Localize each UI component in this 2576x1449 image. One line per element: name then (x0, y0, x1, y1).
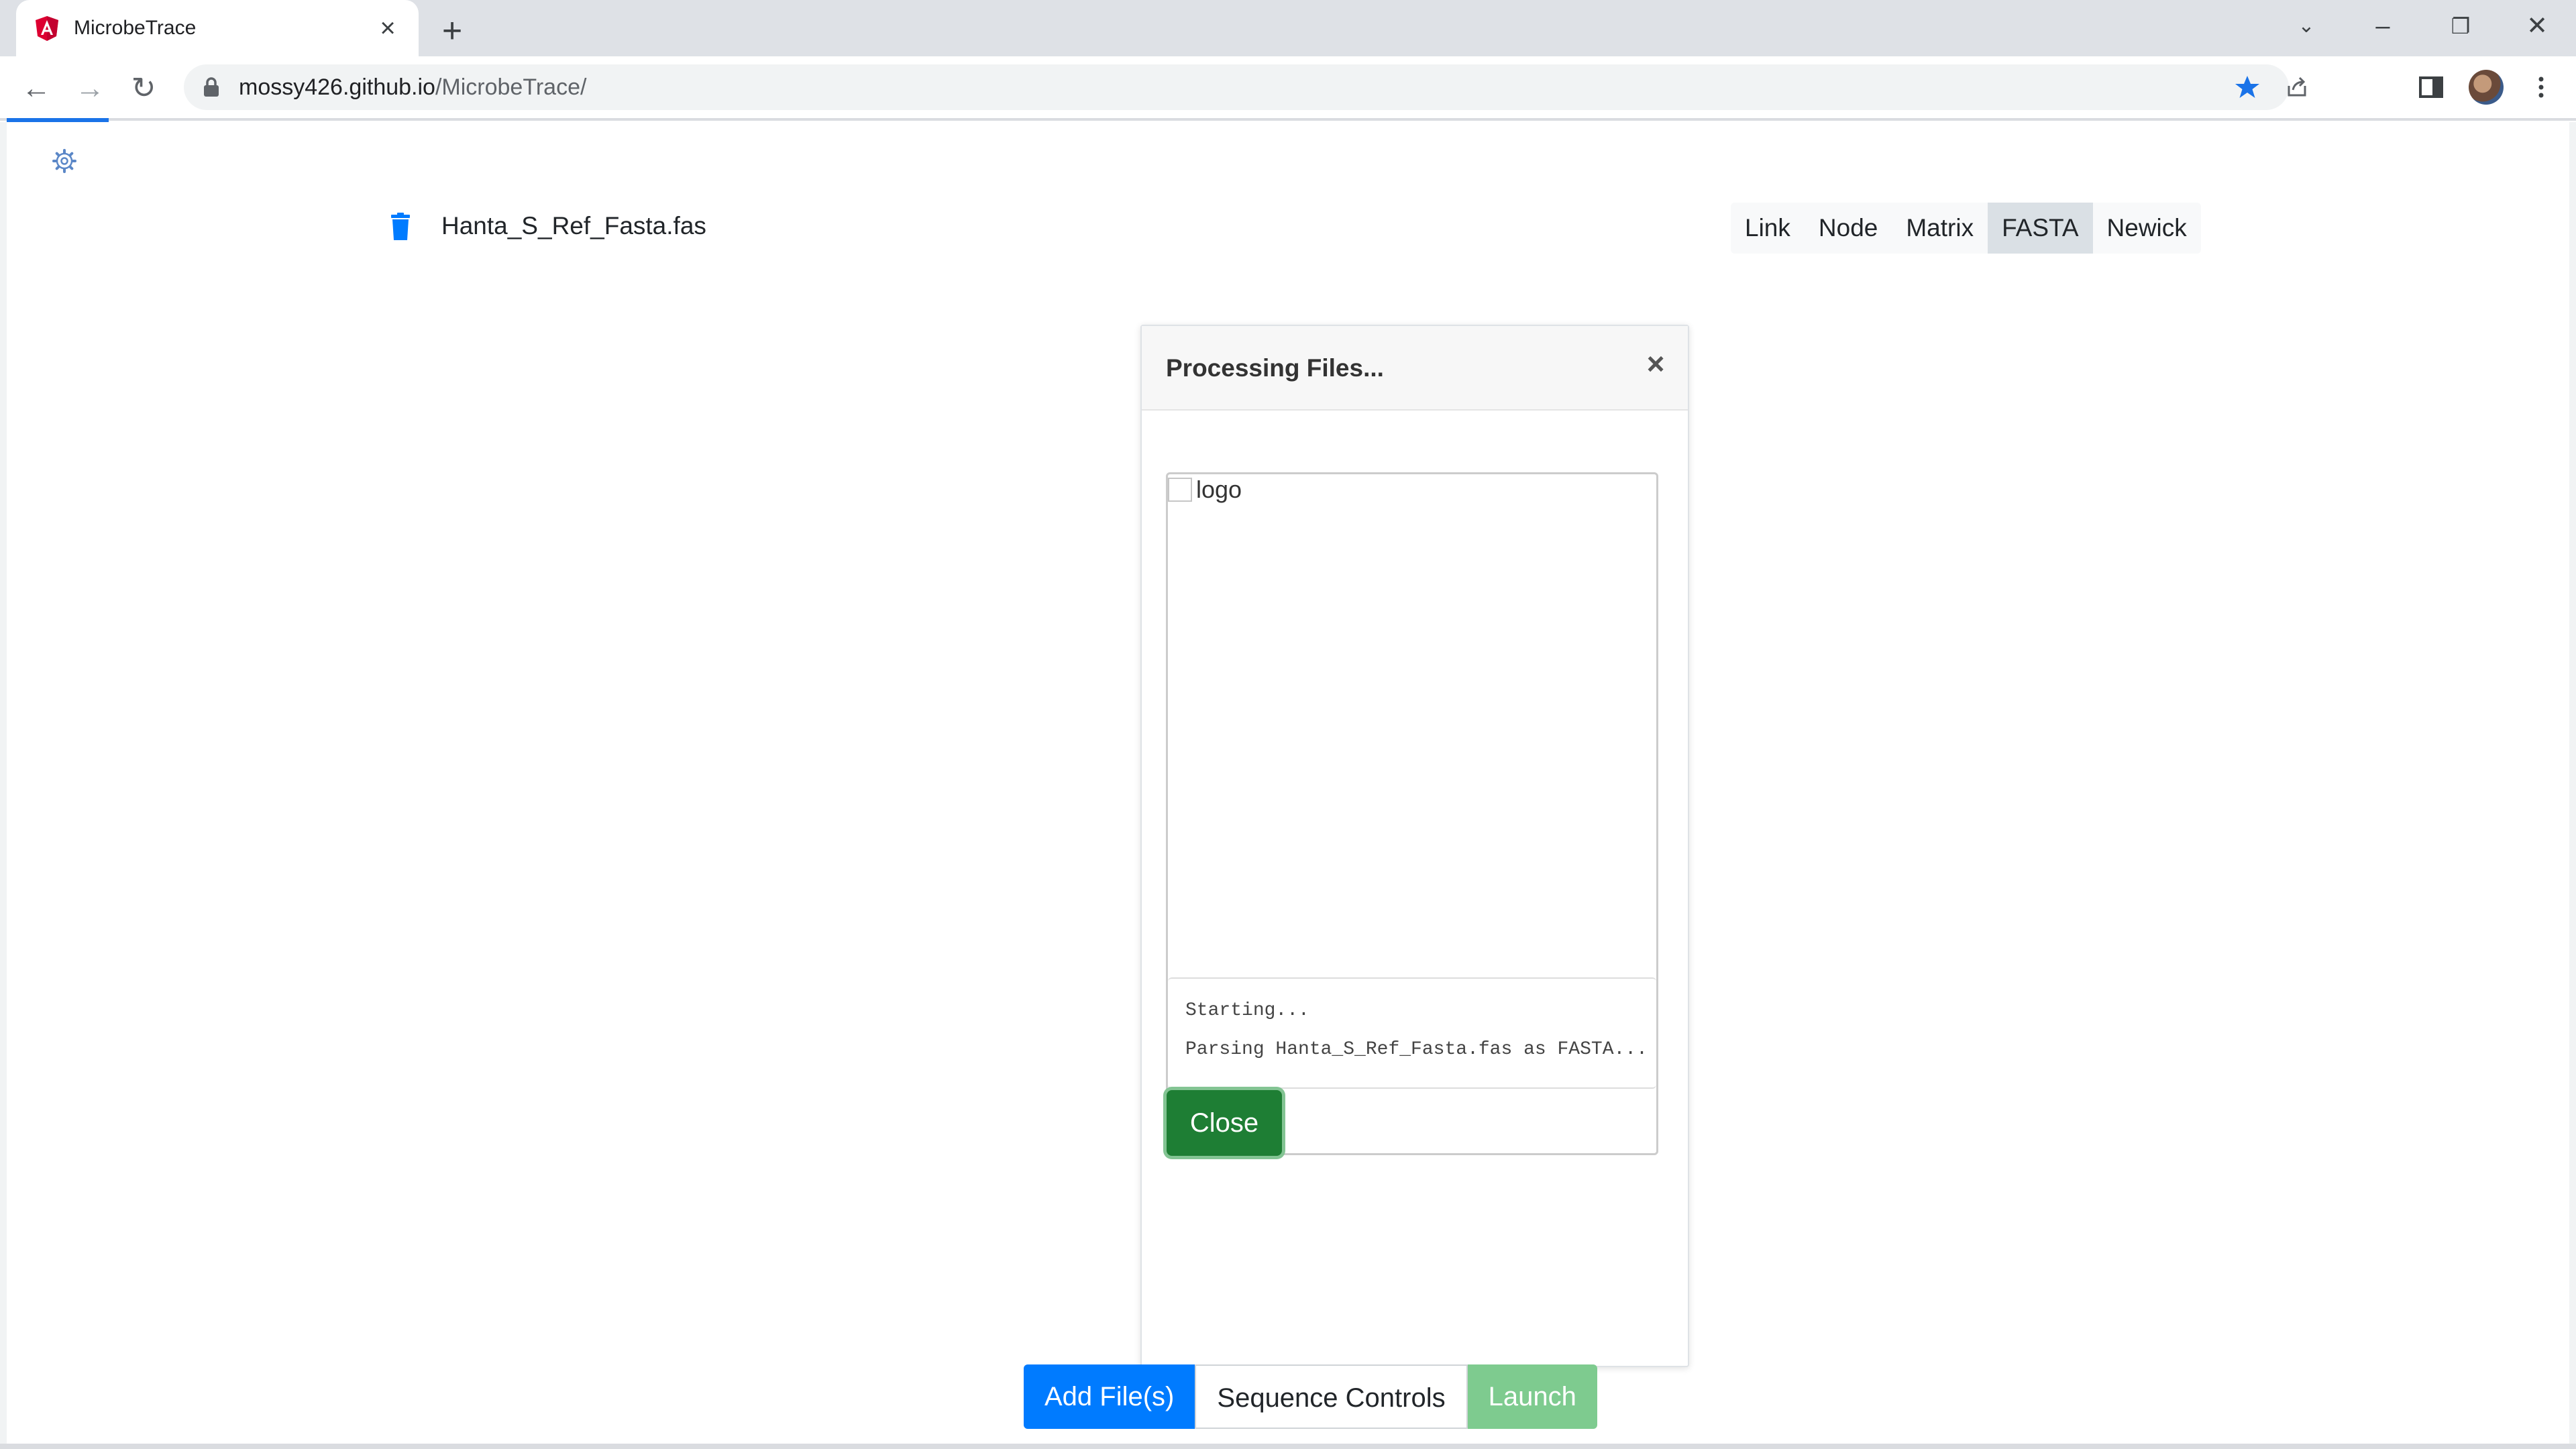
restore-icon[interactable]: ❐ (2440, 9, 2481, 43)
file-type-selector: Link Node Matrix FASTA Newick (1731, 203, 2201, 254)
file-type-matrix[interactable]: Matrix (1892, 203, 1988, 254)
angular-icon (36, 16, 58, 41)
trash-icon[interactable] (389, 212, 412, 241)
file-type-fasta[interactable]: FASTA (1988, 203, 2093, 254)
processing-modal: Processing Files... × logo Starting... P… (1140, 325, 1689, 1367)
profile-avatar[interactable] (2469, 70, 2504, 105)
action-buttons: Add File(s) Sequence Controls Launch (1024, 1364, 1597, 1429)
status-log: Starting... Parsing Hanta_S_Ref_Fasta.fa… (1168, 977, 1656, 1089)
bookmark-star-icon[interactable] (2234, 74, 2261, 101)
file-type-link[interactable]: Link (1731, 203, 1805, 254)
logo-image: logo (1168, 476, 1242, 504)
log-line: Starting... (1185, 1000, 1309, 1021)
address-bar[interactable]: mossy426.github.io/MicrobeTrace/ (184, 64, 2306, 110)
url-domain: mossy426.github.io (239, 74, 435, 100)
window-edge-left (0, 122, 7, 1444)
gear-icon[interactable] (50, 146, 79, 176)
sequence-controls-button[interactable]: Sequence Controls (1195, 1364, 1468, 1429)
window-bottom-edge (0, 1444, 2576, 1449)
processing-log-frame: logo Starting... Parsing Hanta_S_Ref_Fas… (1166, 472, 1658, 1156)
url-path: /MicrobeTrace/ (435, 74, 587, 100)
window-close-icon[interactable]: ✕ (2517, 9, 2557, 43)
log-line: Parsing Hanta_S_Ref_Fasta.fas as FASTA..… (1185, 1039, 1648, 1060)
logo-alt-text: logo (1196, 476, 1242, 503)
reload-icon[interactable]: ↻ (125, 70, 162, 107)
share-icon[interactable] (2284, 74, 2310, 101)
modal-header: Processing Files... × (1142, 326, 1688, 411)
tab-search-icon[interactable]: ⌄ (2286, 9, 2326, 43)
launch-button[interactable]: Launch (1467, 1364, 1597, 1429)
modal-title: Processing Files... (1166, 354, 1384, 382)
file-type-node[interactable]: Node (1805, 203, 1892, 254)
close-button[interactable]: Close (1167, 1090, 1282, 1156)
toolbar-divider (0, 118, 2576, 121)
page-content: Hanta_S_Ref_Fasta.fas Link Node Matrix F… (7, 122, 2569, 1444)
menu-dots-icon[interactable] (2525, 71, 2557, 103)
url-text: mossy426.github.io/MicrobeTrace/ (239, 74, 586, 101)
file-type-newick[interactable]: Newick (2093, 203, 2201, 254)
new-tab-icon[interactable]: + (433, 12, 471, 50)
tab-close-icon[interactable]: × (372, 12, 404, 44)
modal-close-icon[interactable]: × (1640, 347, 1672, 380)
side-panel-icon[interactable] (2415, 71, 2447, 103)
add-files-button[interactable]: Add File(s) (1024, 1364, 1195, 1429)
browser-tab[interactable]: MicrobeTrace × (16, 0, 419, 56)
browser-tabstrip: MicrobeTrace × + ⌄ – ❐ ✕ (0, 0, 2576, 56)
window-edge-right (2569, 122, 2576, 1444)
lock-icon (204, 77, 219, 97)
minimize-icon[interactable]: – (2363, 9, 2403, 43)
file-name: Hanta_S_Ref_Fasta.fas (441, 212, 706, 239)
tab-title: MicrobeTrace (74, 17, 197, 39)
broken-image-icon (1168, 478, 1192, 502)
forward-icon[interactable]: → (71, 70, 109, 107)
back-icon[interactable]: ← (17, 70, 55, 107)
